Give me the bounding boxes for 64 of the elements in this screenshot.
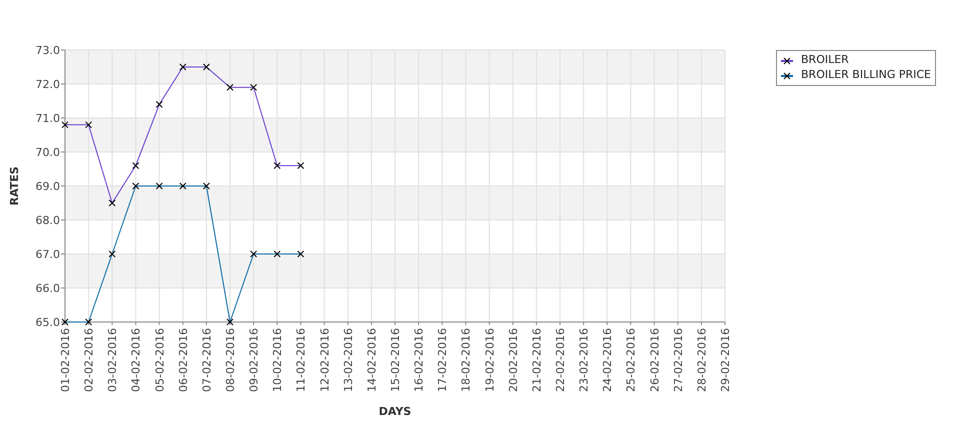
x-tick-label: 18-02-2016: [460, 328, 473, 392]
x-tick-label: 28-02-2016: [695, 328, 708, 392]
x-tick-label: 14-02-2016: [365, 328, 378, 392]
x-tick-label: 09-02-2016: [248, 328, 261, 392]
data-point-marker: [202, 64, 210, 70]
x-tick-label: 07-02-2016: [200, 328, 214, 392]
x-tick-label: 03-02-2016: [106, 328, 120, 392]
data-point-marker: [156, 100, 163, 108]
data-point-marker: [226, 318, 234, 326]
legend-label: BROILER: [801, 52, 849, 68]
y-tick-label: 71.0: [36, 112, 60, 125]
x-tick-label: 08-02-2016: [224, 328, 237, 392]
x-tick-label: 24-02-2016: [601, 328, 614, 392]
x-tick-label: 05-02-2016: [153, 328, 166, 392]
data-point-marker: [156, 182, 163, 190]
x-tick-label: 13-02-2016: [342, 328, 355, 392]
x-tick-label: 10-02-2016: [271, 328, 284, 392]
y-tick-label: 72.0: [36, 78, 60, 91]
data-point-marker: [179, 182, 186, 190]
data-point-marker: [250, 84, 258, 91]
x-tick-label: 11-02-2016: [294, 328, 308, 392]
x-tick-label: 04-02-2016: [130, 328, 143, 392]
x-tick-label: 27-02-2016: [672, 328, 685, 392]
data-point-marker: [274, 250, 281, 258]
x-tick-label: 19-02-2016: [483, 328, 496, 392]
data-point-marker: [297, 250, 304, 258]
data-point-marker: [132, 182, 140, 190]
data-point-marker: [108, 250, 116, 258]
data-point-marker: [274, 162, 281, 170]
data-point-marker: [250, 250, 258, 258]
data-point-marker: [202, 182, 210, 190]
y-tick-label: 66.0: [36, 282, 60, 295]
data-point-marker: [85, 318, 92, 326]
x-tick-label: 23-02-2016: [578, 328, 591, 392]
y-tick-label: 65.0: [36, 316, 60, 329]
data-point-marker: [132, 162, 140, 170]
y-axis-title: RATES: [8, 166, 21, 206]
x-tick-label: 26-02-2016: [648, 328, 662, 392]
y-tick-label: 68.0: [36, 214, 60, 227]
data-point-marker: [108, 200, 116, 206]
x-tick-label: 29-02-2016: [719, 328, 732, 392]
data-point-marker: [226, 84, 234, 91]
legend-label: BROILER BILLING PRICE: [801, 67, 932, 84]
x-tick-label: 16-02-2016: [412, 328, 426, 392]
x-tick-label: 17-02-2016: [436, 328, 450, 392]
x-axis-title: DAYS: [378, 405, 412, 418]
x-tick-label: 01-02-2016: [59, 328, 72, 392]
x-tick-label: 21-02-2016: [530, 328, 544, 392]
data-point-marker: [85, 121, 92, 128]
x-tick-label: 25-02-2016: [624, 328, 638, 392]
y-tick-label: 73.0: [36, 44, 60, 57]
y-tick-label: 70.0: [36, 146, 60, 159]
data-point-marker: [179, 64, 186, 70]
x-tick-label: 12-02-2016: [318, 328, 332, 392]
x-tick-label: 20-02-2016: [506, 328, 520, 392]
x-tick-label: 15-02-2016: [389, 328, 402, 392]
y-tick-label: 69.0: [36, 180, 60, 193]
x-tick-label: 06-02-2016: [176, 328, 190, 392]
data-point-marker: [62, 121, 68, 128]
x-tick-label: 22-02-2016: [554, 328, 567, 392]
data-point-marker: [297, 162, 304, 170]
data-point-marker: [62, 318, 68, 326]
x-tick-label: 02-02-2016: [82, 328, 96, 392]
y-tick-label: 67.0: [36, 248, 60, 261]
